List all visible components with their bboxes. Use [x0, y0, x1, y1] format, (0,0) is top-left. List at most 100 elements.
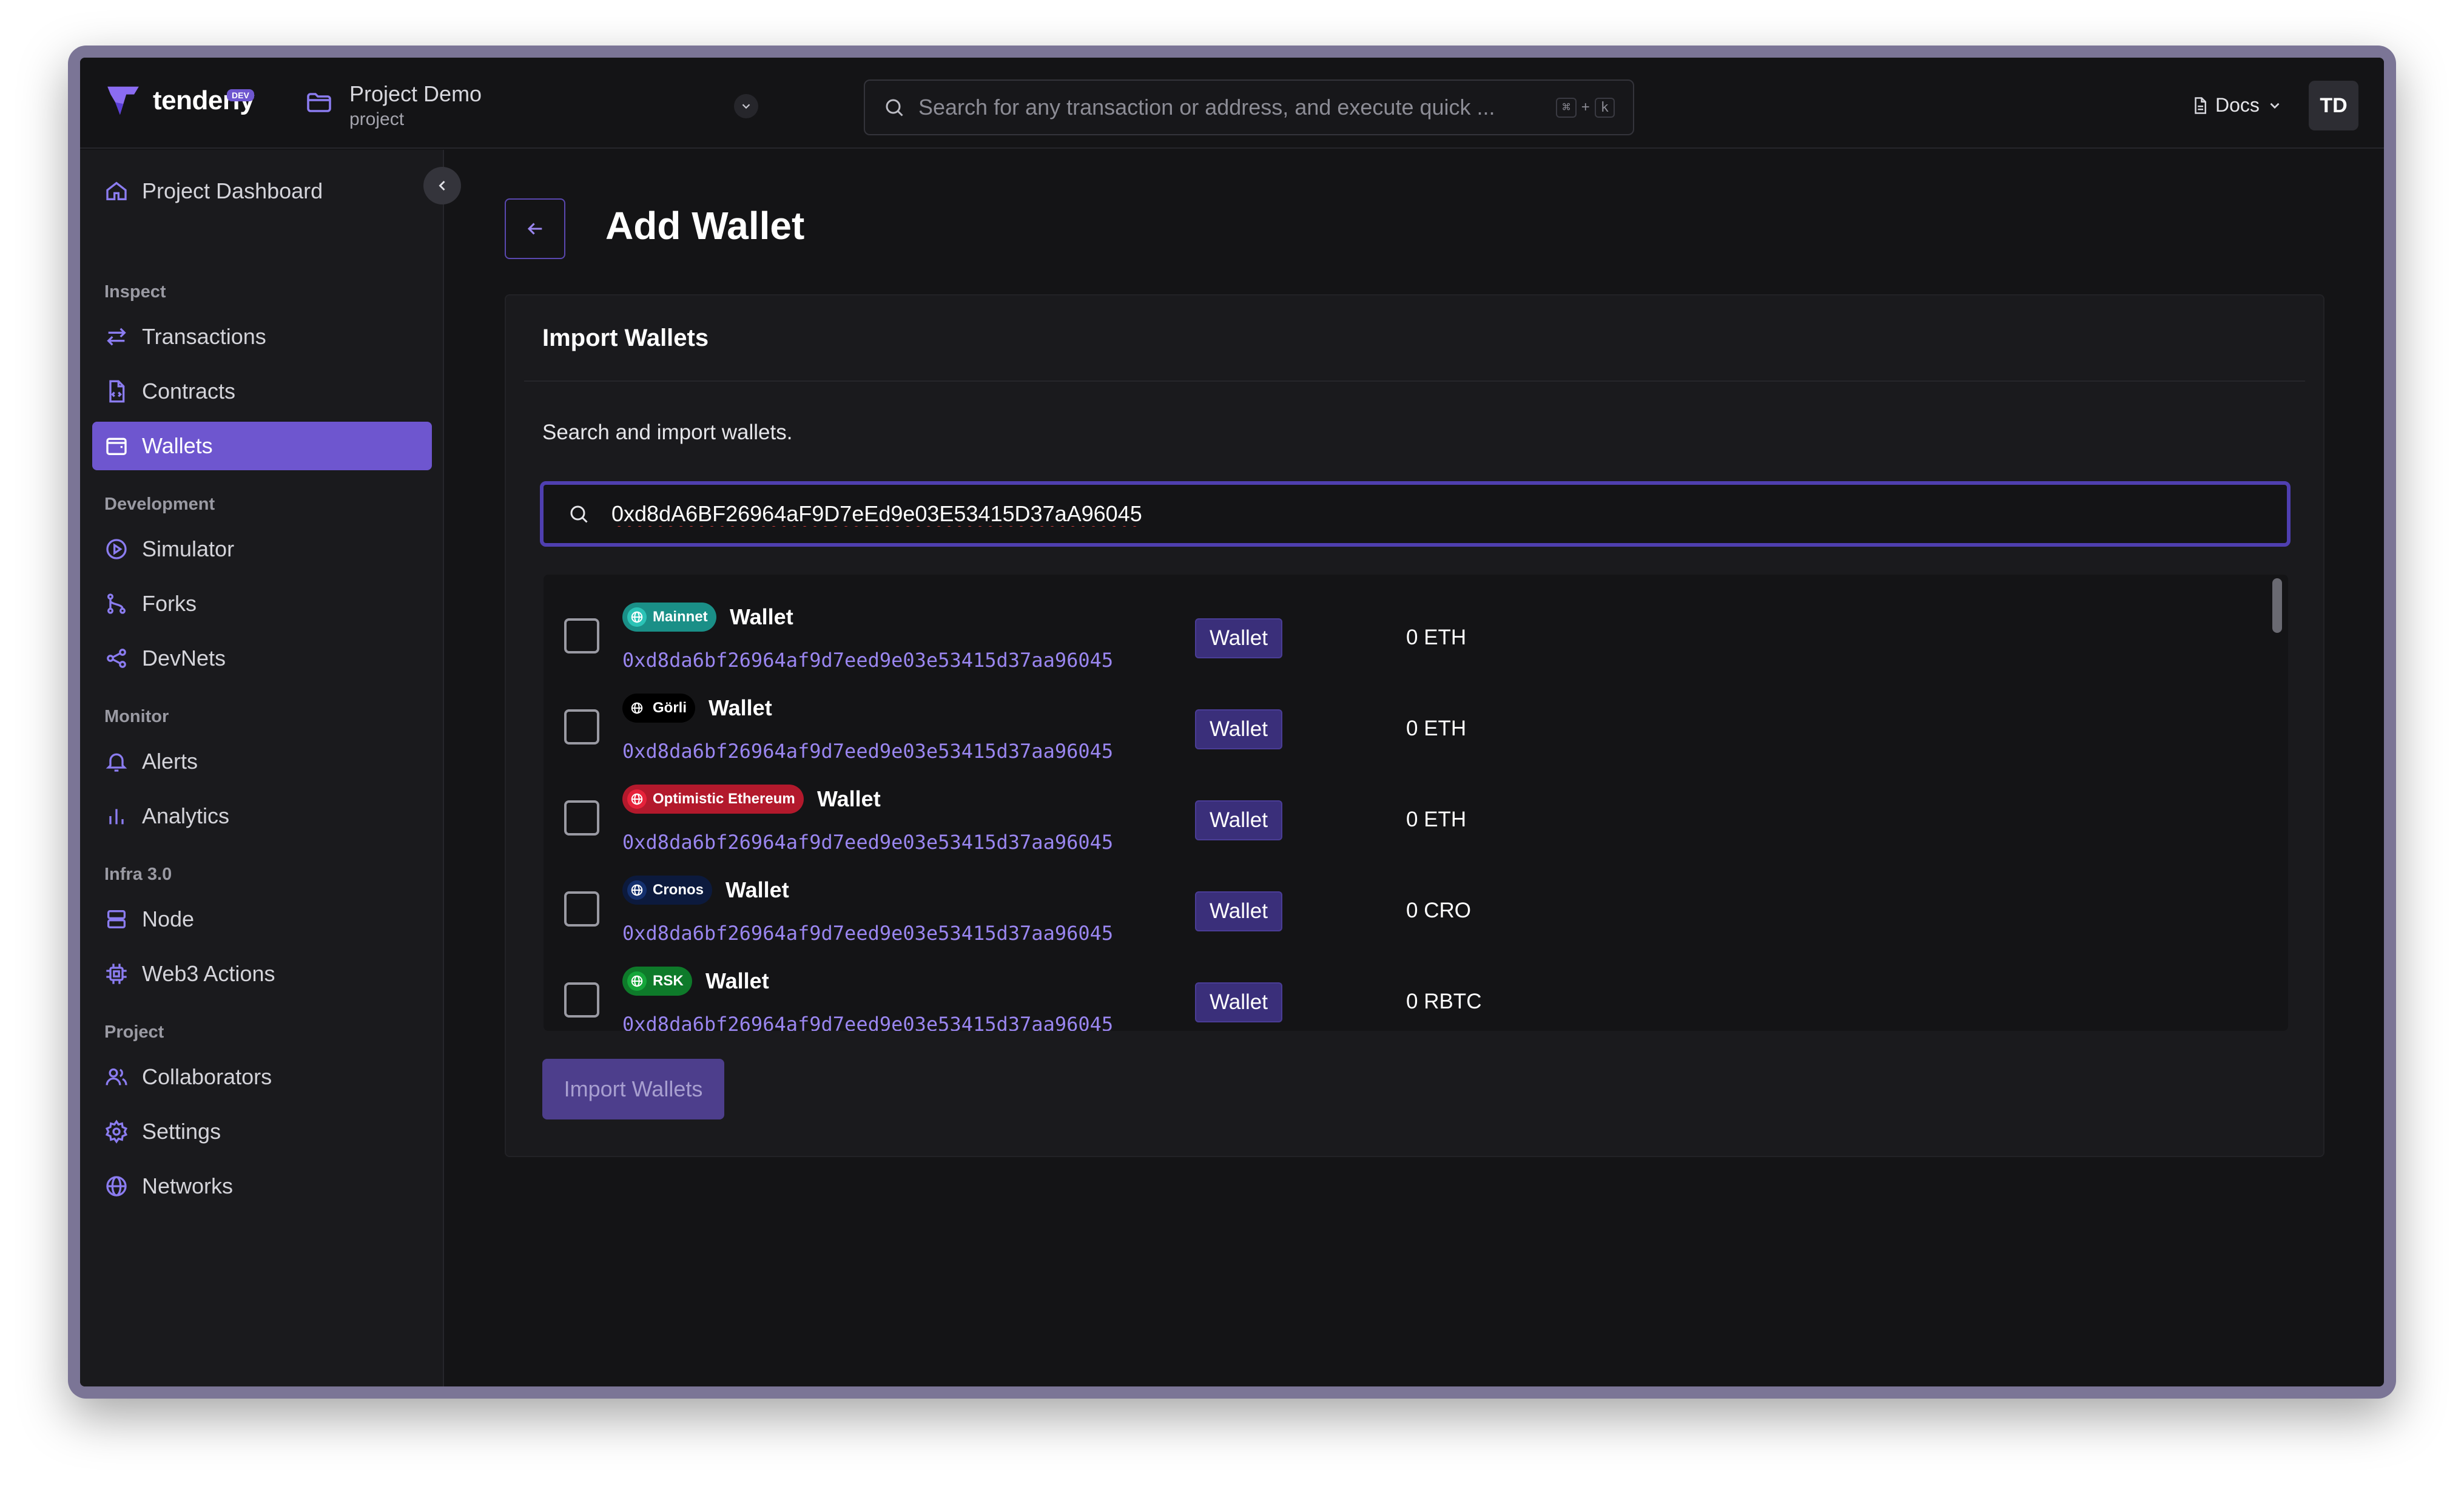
play-circle-icon: [106, 539, 127, 559]
sidebar-item-simulator[interactable]: Simulator: [92, 525, 432, 573]
search-shortcut: ⌘ + k: [1556, 97, 1615, 118]
wallet-balance: 0 ETH: [1406, 717, 1467, 740]
network-globe-icon: [627, 880, 647, 900]
results-scrollbar[interactable]: [2270, 575, 2288, 1031]
docs-label: Docs: [2215, 94, 2260, 116]
network-badge: Optimistic Ethereum: [622, 785, 804, 814]
wallet-address[interactable]: 0xd8da6bf26964af9d7eed9e03e53415d37aa960…: [622, 831, 1113, 854]
wallet-checkbox[interactable]: [564, 618, 599, 653]
card-title: Import Wallets: [542, 325, 709, 351]
shortcut-cmd-key: ⌘: [1556, 97, 1577, 118]
sidebar-item-web3-actions[interactable]: Web3 Actions: [92, 950, 432, 998]
bell-icon: [106, 753, 127, 772]
network-badge: Mainnet: [622, 603, 716, 632]
network-name: Görli: [653, 700, 687, 716]
network-globe-icon: [627, 607, 647, 627]
wallet-type-tag: Wallet: [1195, 800, 1282, 840]
network-globe-icon: [627, 971, 647, 991]
sidebar-item-label: Networks: [142, 1173, 234, 1198]
sidebar-item-node[interactable]: Node: [92, 895, 432, 944]
sidebar-item-settings[interactable]: Settings: [92, 1107, 432, 1156]
project-type: project: [349, 109, 405, 129]
wallet-checkbox[interactable]: [564, 982, 599, 1018]
wallet-checkbox[interactable]: [564, 800, 599, 836]
server-icon: [107, 910, 126, 928]
sidebar-item-analytics[interactable]: Analytics: [92, 792, 432, 840]
wallet-checkbox[interactable]: [564, 891, 599, 927]
tenderly-logo-icon: [107, 86, 139, 115]
wallet-name: Wallet: [709, 695, 772, 720]
wallet-row[interactable]: RSK Wallet 0xd8da6bf26964af9d7eed9e03e5341…: [544, 951, 2266, 1031]
wallet-type-tag: Wallet: [1195, 982, 1282, 1022]
sidebar-item-label: Alerts: [142, 749, 198, 774]
sidebar-item-alerts[interactable]: Alerts: [92, 737, 432, 786]
wallet-balance: 0 ETH: [1406, 808, 1467, 831]
git-fork-icon: [107, 593, 126, 614]
wallet-row[interactable]: Optimistic Ethereum Wallet 0xd8da6bf26964a…: [544, 769, 2266, 860]
wallet-row[interactable]: Cronos Wallet 0xd8da6bf26964af9d7eed9e03e5…: [544, 860, 2266, 951]
sidebar-item-label: Project Dashboard: [142, 178, 323, 203]
network-badge: Görli: [622, 694, 696, 723]
sidebar-item-networks[interactable]: Networks: [92, 1162, 432, 1210]
wallet-icon: [106, 437, 127, 455]
sidebar: Project Dashboard Inspect Transactions C…: [80, 150, 444, 1386]
sidebar-section-monitor: Monitor: [104, 707, 169, 726]
wallet-address[interactable]: 0xd8da6bf26964af9d7eed9e03e53415d37aa960…: [622, 922, 1113, 945]
network-name: RSK: [653, 973, 684, 989]
chevron-left-icon: [439, 180, 445, 191]
network-badge: Cronos: [622, 876, 712, 905]
import-wallets-button[interactable]: Import Wallets: [542, 1059, 724, 1119]
wallet-search-input[interactable]: [611, 501, 2287, 527]
sidebar-item-forks[interactable]: Forks: [92, 579, 432, 628]
import-wallets-card: Import Wallets Search and import wallets…: [505, 294, 2324, 1157]
sidebar-section-project: Project: [104, 1022, 164, 1042]
sidebar-item-transactions[interactable]: Transactions: [92, 312, 432, 361]
wallet-address[interactable]: 0xd8da6bf26964af9d7eed9e03e53415d37aa960…: [622, 1013, 1113, 1031]
results-scrollbar-thumb[interactable]: [2272, 578, 2282, 633]
sidebar-item-devnets[interactable]: DevNets: [92, 634, 432, 683]
chevron-down-icon: [742, 104, 750, 109]
sidebar-item-label: Analytics: [142, 803, 230, 828]
wallet-name: Wallet: [730, 604, 793, 629]
sidebar-item-label: Simulator: [142, 536, 235, 561]
wallet-results-list[interactable]: Mainnet Wallet 0xd8da6bf26964af9d7eed9e03e…: [544, 575, 2288, 1031]
project-dropdown-button[interactable]: [734, 94, 758, 118]
wallet-name: Wallet: [725, 877, 789, 902]
project-selector[interactable]: Project Demo project: [305, 81, 758, 132]
shortcut-k-key: k: [1594, 97, 1615, 118]
chevron-down-icon: [2270, 103, 2280, 109]
wallet-address[interactable]: 0xd8da6bf26964af9d7eed9e03e53415d37aa960…: [622, 740, 1113, 763]
shortcut-plus: +: [1581, 99, 1590, 115]
arrow-left-icon: [527, 223, 542, 235]
wallet-search-field[interactable]: [540, 481, 2291, 547]
wallet-type-tag: Wallet: [1195, 709, 1282, 749]
document-icon: [2195, 96, 2206, 114]
arrows-swap-icon: [107, 328, 126, 346]
sidebar-collapse-button[interactable]: [423, 167, 461, 204]
wallet-row[interactable]: Görli Wallet 0xd8da6bf26964af9d7eed9e03e53…: [544, 678, 2266, 769]
sidebar-item-project-dashboard[interactable]: Project Dashboard: [92, 167, 432, 215]
back-button[interactable]: [505, 198, 565, 259]
search-icon: [886, 99, 903, 116]
sidebar-item-label: Settings: [142, 1119, 221, 1144]
global-search-input[interactable]: [918, 95, 1557, 120]
global-search[interactable]: ⌘ + k: [864, 79, 1634, 135]
wallet-balance: 0 CRO: [1406, 899, 1471, 922]
chip-icon: [106, 964, 127, 984]
sidebar-item-contracts[interactable]: Contracts: [92, 367, 432, 416]
wallet-row[interactable]: Mainnet Wallet 0xd8da6bf26964af9d7eed9e03e…: [544, 587, 2266, 678]
sidebar-item-wallets[interactable]: Wallets: [92, 422, 432, 470]
wallet-checkbox[interactable]: [564, 709, 599, 744]
network-badge: RSK: [622, 967, 692, 996]
docs-menu[interactable]: Docs: [2191, 94, 2283, 116]
gear-icon: [105, 1119, 128, 1144]
network-name: Mainnet: [653, 609, 708, 625]
sidebar-item-label: Web3 Actions: [142, 961, 275, 986]
wallet-address[interactable]: 0xd8da6bf26964af9d7eed9e03e53415d37aa960…: [622, 649, 1113, 672]
project-name: Project Demo: [349, 81, 482, 106]
wallet-balance: 0 RBTC: [1406, 990, 1482, 1013]
wallet-type-tag: Wallet: [1195, 891, 1282, 931]
sidebar-item-collaborators[interactable]: Collaborators: [92, 1053, 432, 1101]
app-window: tenderly DEV Project Demo project ⌘ + k: [68, 46, 2396, 1399]
user-avatar[interactable]: TD: [2309, 81, 2358, 130]
